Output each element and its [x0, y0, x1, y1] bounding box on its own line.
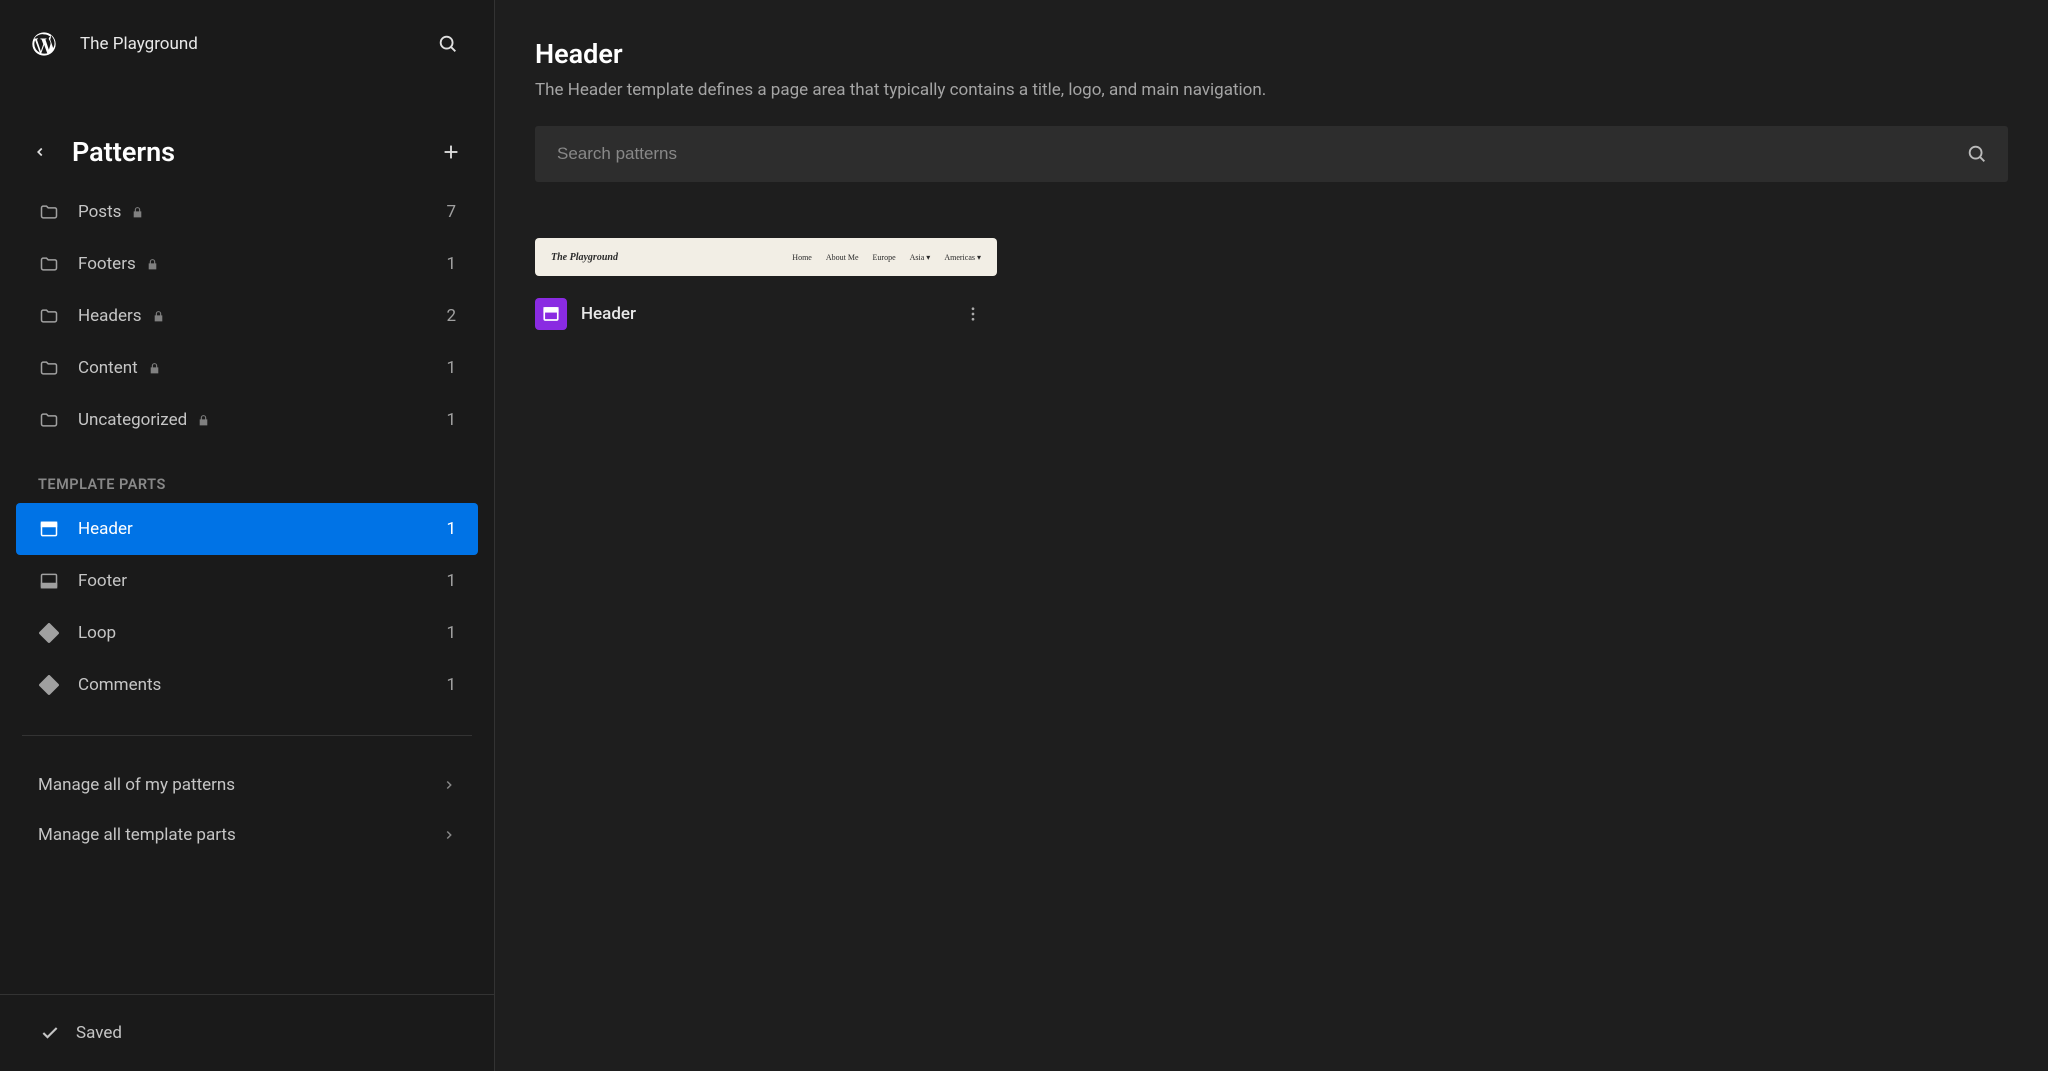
- sidebar-item-label: Comments: [78, 675, 161, 695]
- sidebar-item-content[interactable]: Content 1: [16, 342, 478, 394]
- manage-template-parts-link[interactable]: Manage all template parts: [16, 810, 478, 860]
- sidebar-item-comments[interactable]: Comments 1: [16, 659, 478, 711]
- lock-icon: [146, 258, 159, 271]
- chevron-right-icon: [442, 778, 456, 792]
- sidebar-item-loop[interactable]: Loop 1: [16, 607, 478, 659]
- saved-label: Saved: [76, 1023, 122, 1043]
- sidebar-item-footers[interactable]: Footers 1: [16, 238, 478, 290]
- wordpress-logo[interactable]: [30, 30, 58, 58]
- sidebar-item-label: Uncategorized: [78, 410, 187, 430]
- pattern-card[interactable]: The Playground Home About Me Europe Asia…: [535, 238, 997, 330]
- main-content: Header The Header template defines a pag…: [495, 0, 2048, 1071]
- sidebar-item-count: 1: [446, 519, 456, 539]
- check-icon: [40, 1023, 60, 1043]
- chevron-right-icon: [442, 828, 456, 842]
- template-part-icon: [535, 298, 567, 330]
- sidebar-item-label: Headers: [78, 306, 142, 326]
- preview-nav-item: Americas ▾: [944, 253, 981, 262]
- preview-nav-item: About Me: [826, 253, 859, 262]
- panel-header: Patterns: [0, 88, 494, 186]
- sidebar-item-count: 1: [446, 571, 456, 591]
- preview-nav-item: Europe: [873, 253, 896, 262]
- search-icon: [1966, 143, 1988, 165]
- template-parts-heading: Template Parts: [16, 446, 478, 503]
- sidebar-item-count: 2: [446, 306, 456, 326]
- search-box: [535, 126, 2008, 182]
- sidebar-item-header[interactable]: Header 1: [16, 503, 478, 555]
- sidebar-item-label: Posts: [78, 202, 121, 222]
- sidebar-item-count: 1: [446, 675, 456, 695]
- panel-title: Patterns: [72, 136, 416, 168]
- sidebar-item-count: 1: [446, 410, 456, 430]
- page-description: The Header template defines a page area …: [535, 80, 2008, 100]
- sidebar-item-count: 1: [446, 358, 456, 378]
- sidebar-item-headers[interactable]: Headers 2: [16, 290, 478, 342]
- more-options-button[interactable]: [961, 302, 985, 326]
- lock-icon: [131, 206, 144, 219]
- header-icon: [38, 518, 60, 540]
- sidebar: The Playground Patterns Posts 7 Footers …: [0, 0, 495, 1071]
- sidebar-item-label: Footers: [78, 254, 136, 274]
- preview-title: The Playground: [551, 252, 792, 263]
- folder-icon: [38, 409, 60, 431]
- footer-icon: [38, 570, 60, 592]
- pattern-card-row: Header: [535, 276, 997, 330]
- folder-icon: [38, 201, 60, 223]
- search-button[interactable]: [432, 28, 464, 60]
- sidebar-item-label: Content: [78, 358, 138, 378]
- plus-icon: [440, 141, 462, 163]
- folder-icon: [38, 253, 60, 275]
- site-header: The Playground: [0, 0, 494, 88]
- pattern-preview: The Playground Home About Me Europe Asia…: [535, 238, 997, 276]
- preview-nav-item: Asia ▾: [910, 253, 931, 262]
- lock-icon: [148, 362, 161, 375]
- pattern-card-title: Header: [581, 304, 947, 324]
- more-vertical-icon: [964, 305, 982, 323]
- folder-icon: [38, 305, 60, 327]
- search-icon: [437, 33, 459, 55]
- sidebar-item-uncategorized[interactable]: Uncategorized 1: [16, 394, 478, 446]
- sidebar-item-count: 1: [446, 623, 456, 643]
- manage-label: Manage all of my patterns: [38, 775, 442, 795]
- loop-icon: [38, 674, 60, 696]
- save-status: Saved: [0, 994, 494, 1071]
- sidebar-item-count: 1: [446, 254, 456, 274]
- chevron-left-icon: [33, 145, 47, 159]
- lock-icon: [152, 310, 165, 323]
- folder-icon: [38, 357, 60, 379]
- back-button[interactable]: [30, 142, 50, 162]
- preview-nav-item: Home: [792, 253, 812, 262]
- site-title[interactable]: The Playground: [80, 34, 410, 54]
- loop-icon: [38, 622, 60, 644]
- sidebar-item-label: Footer: [78, 571, 127, 591]
- search-input[interactable]: [535, 126, 2008, 182]
- sidebar-item-posts[interactable]: Posts 7: [16, 186, 478, 238]
- sidebar-item-label: Loop: [78, 623, 116, 643]
- page-title: Header: [535, 38, 2008, 70]
- manage-label: Manage all template parts: [38, 825, 442, 845]
- sidebar-item-label: Header: [78, 519, 133, 539]
- sidebar-item-count: 7: [446, 202, 456, 222]
- divider: [22, 735, 472, 736]
- manage-patterns-link[interactable]: Manage all of my patterns: [16, 760, 478, 810]
- sidebar-item-footer[interactable]: Footer 1: [16, 555, 478, 607]
- lock-icon: [197, 414, 210, 427]
- add-pattern-button[interactable]: [438, 139, 464, 165]
- preview-nav: Home About Me Europe Asia ▾ Americas ▾: [792, 253, 981, 262]
- sidebar-nav: Posts 7 Footers 1 Headers 2 Content 1 Un…: [0, 186, 494, 994]
